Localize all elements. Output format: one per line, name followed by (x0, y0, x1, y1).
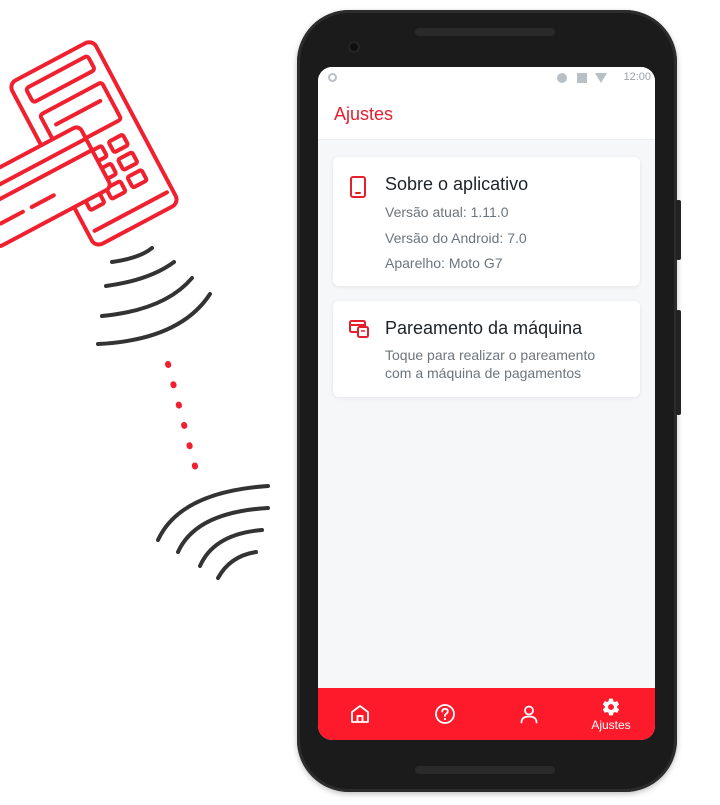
machine-pairing-card[interactable]: Pareamento da máquina Toque para realiza… (333, 301, 640, 397)
about-app-card[interactable]: Sobre o aplicativo Versão atual: 1.11.0 … (333, 157, 640, 286)
settings-icon (602, 698, 620, 715)
user-icon (520, 705, 538, 724)
status-circle-icon (557, 73, 567, 83)
status-square-icon (577, 73, 587, 83)
app-screen: 12:00 Ajustes Sobre o aplicativo Versão … (318, 67, 655, 740)
pairing-description-line2: com a máquina de pagamentos (385, 365, 582, 381)
help-icon (435, 704, 455, 724)
page-title: Ajustes (334, 104, 394, 124)
nfc-payment-illustration (0, 40, 270, 580)
power-button (676, 310, 681, 415)
device-model-text: Aparelho: Moto G7 (385, 255, 503, 271)
pairing-card-title: Pareamento da máquina (385, 318, 583, 338)
pairing-description-line1: Toque para realizar o pareamento (385, 347, 596, 363)
status-bar: 12:00 (318, 67, 655, 89)
front-camera-icon (348, 41, 360, 53)
card-machine-illustration-icon (0, 40, 179, 249)
earpiece-speaker (415, 28, 555, 36)
android-version-text: Versão do Android: 7.0 (385, 230, 527, 246)
nfc-waves-bottom-icon (156, 484, 270, 580)
notification-icon (328, 73, 337, 82)
nav-settings-label: Ajustes (591, 717, 631, 732)
bottom-navigation: Ajustes (318, 688, 655, 740)
phone-frame: 12:00 Ajustes Sobre o aplicativo Versão … (297, 10, 681, 792)
status-time: 12:00 (623, 71, 651, 83)
nav-help[interactable] (415, 688, 475, 740)
wifi-icon (595, 73, 607, 83)
card-machine-icon (349, 319, 371, 344)
about-card-title: Sobre o aplicativo (385, 174, 529, 194)
nfc-waves-top-icon (96, 246, 212, 346)
app-version-text: Versão atual: 1.11.0 (385, 204, 509, 220)
nav-settings[interactable]: Ajustes (581, 688, 641, 740)
app-bar: Ajustes (318, 89, 655, 139)
volume-button (676, 200, 681, 260)
nav-home[interactable] (330, 688, 390, 740)
smartphone-icon (349, 175, 367, 204)
dotted-connection-icon (165, 361, 199, 473)
bottom-speaker (415, 766, 555, 774)
nav-profile[interactable] (499, 688, 559, 740)
home-icon (351, 705, 369, 723)
